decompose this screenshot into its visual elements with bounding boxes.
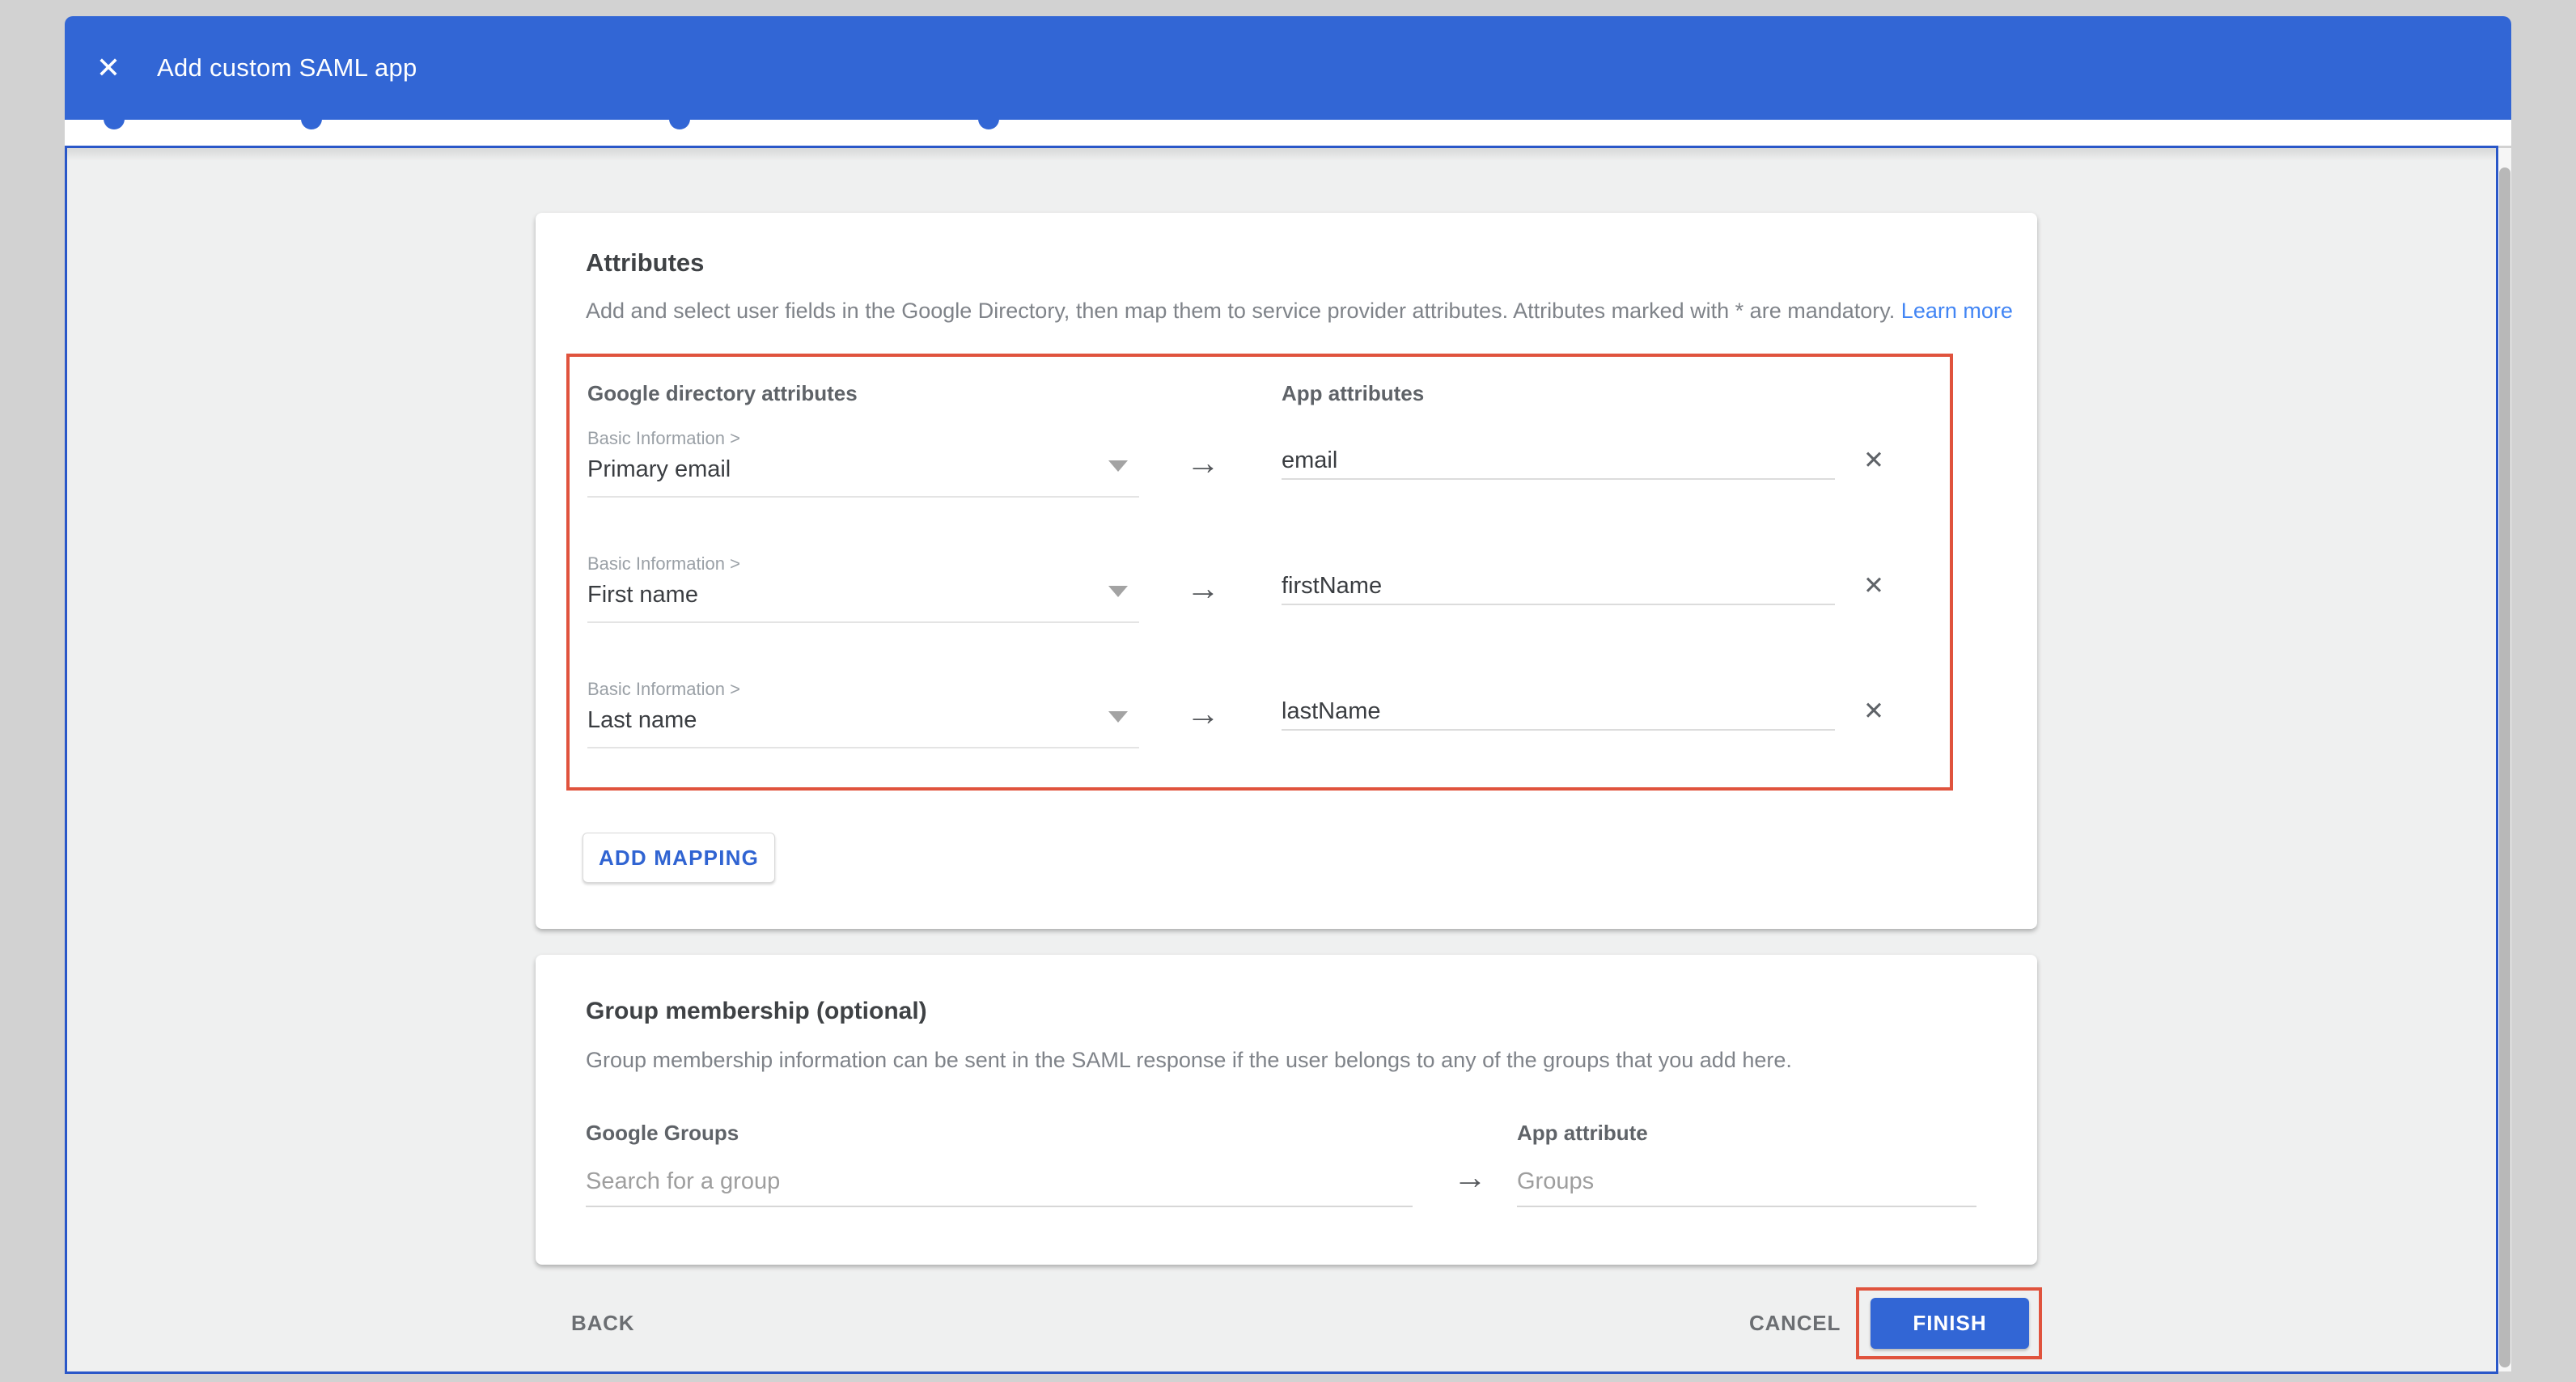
dialog-title: Add custom SAML app: [157, 16, 417, 120]
attributes-card-description: Add and select user fields in the Google…: [586, 299, 2013, 324]
mapping-row: Basic Information > Last name → ✕: [566, 679, 1953, 804]
directory-attribute-select[interactable]: Basic Information > Primary email: [587, 428, 1139, 498]
google-groups-column-header: Google Groups: [586, 1121, 739, 1146]
add-mapping-button[interactable]: ADD MAPPING: [583, 833, 775, 883]
select-underline: [587, 496, 1139, 498]
app-attribute-input[interactable]: [1282, 443, 1835, 480]
arrow-right-icon: →: [1186, 446, 1220, 480]
arrow-right-icon: →: [1186, 571, 1220, 605]
close-icon[interactable]: ✕: [89, 49, 128, 87]
screen: ✕ Add custom SAML app Attributes Add and…: [0, 0, 2576, 1382]
select-underline: [587, 621, 1139, 623]
directory-attribute-value: First name: [587, 582, 698, 608]
attributes-card: Attributes Add and select user fields in…: [536, 213, 2037, 929]
stepper-strip: [65, 120, 2511, 146]
directory-attribute-category: Basic Information >: [587, 428, 740, 449]
chevron-down-icon: [1108, 711, 1128, 723]
arrow-right-icon: →: [1186, 697, 1220, 731]
app-attribute-input[interactable]: [1282, 568, 1835, 605]
mapping-row: Basic Information > First name → ✕: [566, 553, 1953, 679]
group-search-input[interactable]: [586, 1157, 1413, 1207]
dialog-header: ✕ Add custom SAML app: [65, 16, 2511, 120]
scrollbar-thumb[interactable]: [2499, 167, 2510, 1367]
mapping-row: Basic Information > Primary email → ✕: [566, 428, 1953, 553]
directory-attribute-value: Primary email: [587, 456, 731, 483]
attributes-card-title: Attributes: [586, 248, 704, 278]
app-attributes-column-header: App attributes: [1282, 381, 1424, 406]
directory-attribute-value: Last name: [587, 707, 697, 734]
arrow-right-icon: →: [1453, 1160, 1487, 1194]
directory-attribute-select[interactable]: Basic Information > Last name: [587, 679, 1139, 748]
directory-attribute-select[interactable]: Basic Information > First name: [587, 553, 1139, 623]
directory-attribute-category: Basic Information >: [587, 553, 740, 574]
group-app-attribute-input[interactable]: [1517, 1157, 1976, 1207]
chevron-down-icon: [1108, 460, 1128, 472]
back-button[interactable]: BACK: [571, 1309, 634, 1337]
directory-attribute-category: Basic Information >: [587, 679, 740, 700]
app-attribute-input[interactable]: [1282, 693, 1835, 731]
chevron-down-icon: [1108, 586, 1128, 597]
delete-mapping-icon[interactable]: ✕: [1854, 566, 1893, 605]
select-underline: [587, 747, 1139, 748]
group-membership-card: Group membership (optional) Group member…: [536, 955, 2037, 1265]
delete-mapping-icon[interactable]: ✕: [1854, 441, 1893, 480]
finish-button[interactable]: FINISH: [1871, 1298, 2029, 1349]
cancel-button[interactable]: CANCEL: [1749, 1309, 1841, 1337]
app-attribute-column-header: App attribute: [1517, 1121, 1648, 1146]
learn-more-link[interactable]: Learn more: [1901, 299, 2013, 323]
group-card-title: Group membership (optional): [586, 998, 927, 1025]
mapping-table: Google directory attributes App attribut…: [566, 354, 1953, 791]
attributes-description-text: Add and select user fields in the Google…: [586, 299, 1895, 323]
group-card-description: Group membership information can be sent…: [586, 1048, 1792, 1073]
delete-mapping-icon[interactable]: ✕: [1854, 692, 1893, 731]
directory-attributes-column-header: Google directory attributes: [587, 381, 858, 406]
